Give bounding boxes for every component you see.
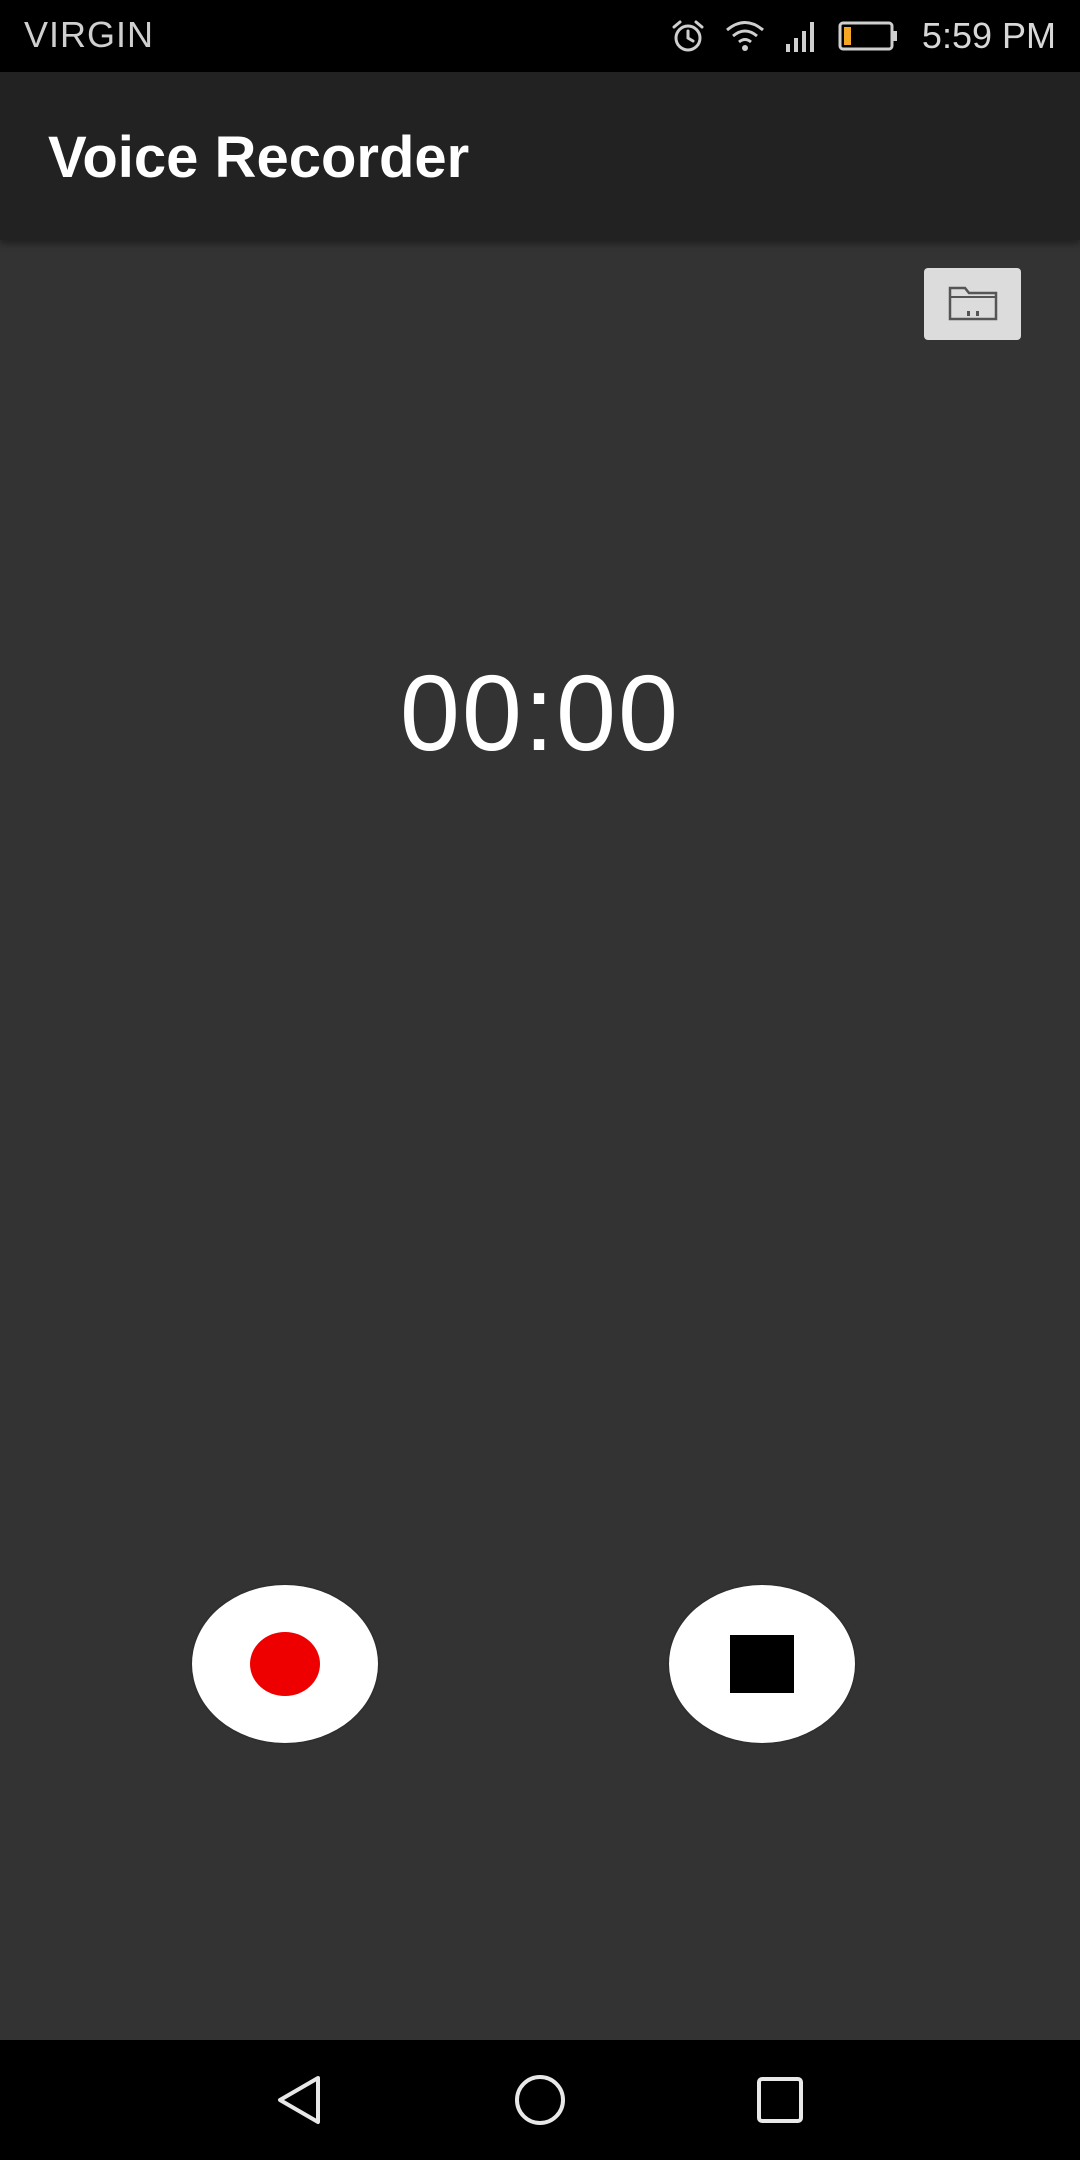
status-bar: VIRGIN 5:59 PM	[0, 0, 1080, 72]
stop-icon	[730, 1635, 794, 1693]
recordings-folder-button[interactable]	[924, 268, 1021, 340]
carrier-name: VIRGIN	[24, 14, 155, 55]
recorder-main: 00:00	[0, 240, 1080, 2040]
screen: VIRGIN 5:59 PM Voice Recorder 00:00	[0, 0, 1080, 2160]
alarm-icon	[670, 18, 706, 54]
wifi-icon	[724, 18, 766, 54]
battery-icon	[838, 20, 898, 52]
recents-button[interactable]	[750, 2070, 810, 2130]
recording-timer: 00:00	[399, 652, 681, 773]
stop-button[interactable]	[669, 1585, 855, 1743]
record-icon	[250, 1632, 320, 1696]
navigation-bar	[0, 2040, 1080, 2160]
recents-icon	[750, 2077, 810, 2134]
app-bar: Voice Recorder	[0, 72, 1080, 240]
folder-icon	[947, 282, 999, 327]
back-icon	[270, 2076, 330, 2134]
home-icon	[510, 2075, 570, 2134]
status-clock: 5:59 PM	[921, 15, 1056, 56]
home-button[interactable]	[510, 2070, 570, 2130]
record-button[interactable]	[192, 1585, 378, 1743]
app-title: Voice Recorder	[48, 125, 470, 190]
status-icons: 5:59 PM	[670, 0, 1056, 72]
back-button[interactable]	[270, 2070, 330, 2130]
signal-icon	[784, 18, 820, 54]
